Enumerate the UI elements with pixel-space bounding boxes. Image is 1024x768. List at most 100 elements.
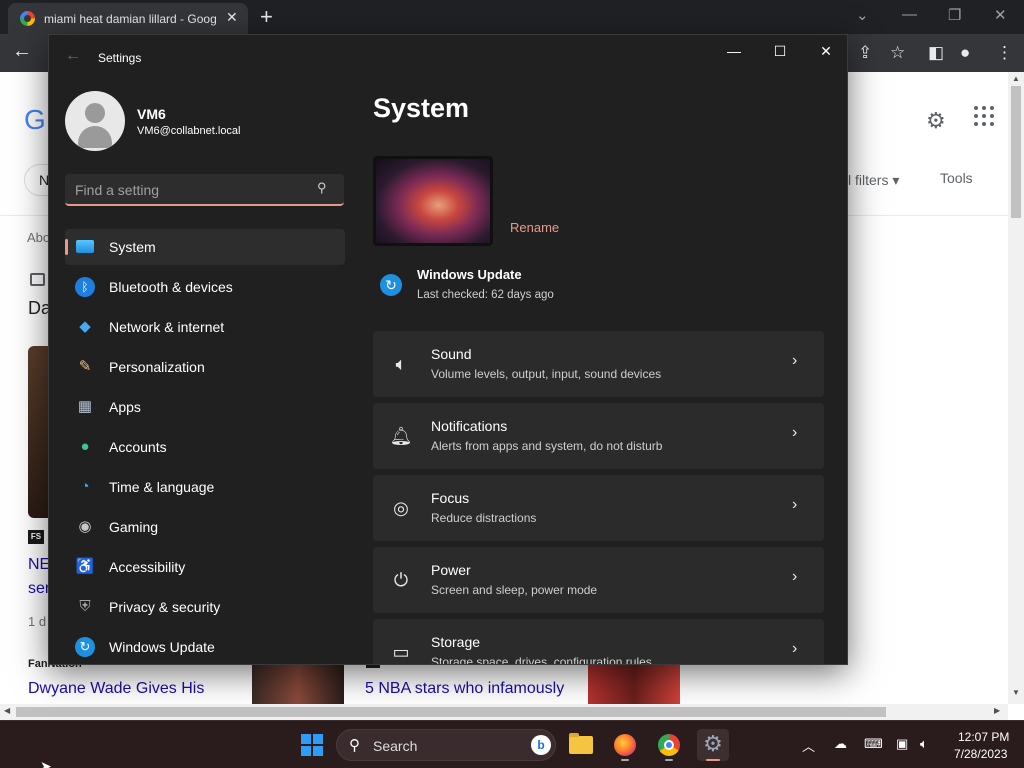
profile-icon[interactable]: ● — [960, 43, 970, 63]
shield-icon: ⛨ — [79, 598, 91, 615]
sidebar-item-label: Network & internet — [109, 319, 225, 335]
network-icon[interactable]: ▣ — [896, 736, 908, 752]
settings-taskbar-button[interactable]: ⚙ — [697, 729, 729, 761]
sidebar-item-bluetooth[interactable]: ᛒ Bluetooth & devices — [65, 269, 345, 305]
chevron-up-icon[interactable]: ︿ — [802, 736, 815, 755]
firefox-taskbar-button[interactable] — [609, 729, 641, 761]
volume-icon[interactable]: 🔈︎ — [920, 736, 928, 752]
vertical-scrollbar[interactable]: ▲ ▼ — [1008, 72, 1024, 704]
avatar[interactable] — [65, 91, 125, 151]
new-tab-button[interactable]: + — [260, 4, 273, 30]
sidebar-item-privacy-security[interactable]: ⛨ Privacy & security — [65, 589, 345, 625]
back-arrow-icon[interactable]: ← — [12, 40, 32, 63]
file-explorer-taskbar-button[interactable] — [565, 729, 597, 761]
settings-card-sound[interactable]: 🔈︎ Sound Volume levels, output, input, s… — [373, 331, 824, 397]
sidebar-item-accessibility[interactable]: ♿ Accessibility — [65, 549, 345, 585]
sidebar-item-personalization[interactable]: ✎ Personalization — [65, 349, 345, 385]
chevron-right-icon: › — [792, 352, 798, 369]
close-icon[interactable]: ✕ — [994, 6, 1007, 24]
find-setting-box: ⚲ — [65, 174, 344, 206]
sidebar-item-windows-update[interactable]: ↻ Windows Update — [65, 629, 345, 664]
search-icon[interactable]: ⚲ — [317, 180, 327, 196]
news-thumbnail[interactable] — [252, 664, 344, 704]
settings-card-storage[interactable]: ▭ Storage Storage space, drives, configu… — [373, 619, 824, 665]
side-panel-icon[interactable]: ◧ — [928, 43, 944, 63]
close-tab-icon[interactable]: ✕ — [226, 9, 238, 26]
all-filters-button[interactable]: l filters ▾ — [848, 172, 899, 189]
card-title: Notifications — [431, 418, 508, 434]
close-icon[interactable]: ✕ — [803, 39, 847, 63]
tab-title: miami heat damian lillard - Goog — [44, 12, 217, 26]
sidebar-item-label: Apps — [109, 399, 141, 415]
chrome-icon — [658, 734, 680, 756]
clock-time[interactable]: 12:07 PM — [958, 730, 1009, 744]
news-headline[interactable]: 5 NBA stars who infamously — [365, 680, 564, 698]
network-icon: ◆ — [79, 318, 91, 335]
card-subtitle: Reduce distractions — [431, 511, 537, 525]
minimize-icon[interactable]: — — [902, 6, 917, 23]
menu-dots-icon[interactable]: ⋮ — [996, 43, 1013, 63]
chrome-taskbar-button[interactable] — [653, 729, 685, 761]
sidebar-item-accounts[interactable]: ● Accounts — [65, 429, 345, 465]
apps-grid-icon[interactable] — [974, 106, 994, 126]
onedrive-icon[interactable]: ☁ — [834, 736, 847, 752]
settings-card-power[interactable]: ⏻ Power Screen and sleep, power mode › — [373, 547, 824, 613]
card-title: Focus — [431, 490, 470, 506]
scroll-left-icon[interactable]: ◀ — [4, 706, 10, 715]
windows-start-icon[interactable] — [301, 734, 323, 756]
sidebar-item-network[interactable]: ◆ Network & internet — [65, 309, 345, 345]
chevron-right-icon: › — [792, 640, 798, 657]
windows-update-status: Last checked: 62 days ago — [417, 289, 554, 301]
maximize-icon[interactable]: ☐ — [757, 39, 803, 63]
page-title: System — [373, 93, 470, 123]
news-link-continued[interactable]: ser — [28, 580, 50, 598]
card-subtitle: Alerts from apps and system, do not dist… — [431, 439, 663, 453]
scroll-right-icon[interactable]: ▶ — [994, 706, 1000, 715]
horizontal-scrollbar[interactable]: ◀ ▶ — [0, 704, 1008, 720]
gear-icon: ⚙ — [703, 731, 723, 756]
source-logo: FS — [28, 530, 44, 544]
browser-tab[interactable]: miami heat damian lillard - Goog ✕ — [8, 3, 248, 34]
scroll-down-icon[interactable]: ▼ — [1012, 688, 1020, 697]
restore-icon[interactable]: ❐ — [948, 6, 961, 24]
search-input[interactable] — [75, 180, 311, 200]
windows-update-title[interactable]: Windows Update — [417, 267, 522, 282]
sidebar-item-gaming[interactable]: ◉ Gaming — [65, 509, 345, 545]
card-subtitle: Storage space, drives, configuration rul… — [431, 655, 652, 665]
taskbar-search-box[interactable]: ⚲ Search b — [336, 729, 556, 761]
tools-button[interactable]: Tools — [940, 170, 973, 186]
minimize-icon[interactable]: — — [711, 39, 757, 63]
gear-icon[interactable]: ⚙ — [926, 108, 946, 134]
taskbar: ⚲ Search b ⚙ ︿ ☁ ⌨ ▣ 🔈︎ 12:07 PM 7/28/20… — [0, 720, 1024, 768]
news-thumbnail[interactable] — [588, 664, 680, 704]
sidebar-item-label: Accounts — [109, 439, 167, 455]
news-link[interactable]: NE — [28, 556, 50, 574]
scrollbar-thumb[interactable] — [16, 707, 886, 717]
settings-card-notifications[interactable]: 🔔︎ Notifications Alerts from apps and sy… — [373, 403, 824, 469]
back-arrow-icon[interactable]: ← — [65, 47, 81, 65]
scroll-up-icon[interactable]: ▲ — [1012, 74, 1020, 83]
news-headline[interactable]: Dwyane Wade Gives His — [28, 680, 204, 698]
desktop-wallpaper-preview[interactable] — [373, 156, 493, 246]
google-logo[interactable]: G — [24, 104, 46, 136]
sidebar-item-time-language[interactable]: ◔ Time & language — [65, 469, 345, 505]
sidebar-item-system[interactable]: System — [65, 229, 345, 265]
search-icon: ⚲ — [349, 737, 360, 754]
tab-search-chevron-icon[interactable]: ⌄ — [856, 6, 869, 24]
keyboard-icon[interactable]: ⌨ — [864, 736, 883, 752]
search-label: Search — [373, 738, 418, 754]
settings-card-focus[interactable]: ◎ Focus Reduce distractions › — [373, 475, 824, 541]
bookmark-star-icon[interactable]: ☆ — [890, 43, 905, 63]
windows-update-icon[interactable]: ↻ — [380, 274, 402, 296]
sidebar-item-apps[interactable]: ▦ Apps — [65, 389, 345, 425]
settings-window: ← Settings — ☐ ✕ VM6 VM6@collabnet.local… — [48, 34, 848, 665]
bing-icon[interactable]: b — [531, 735, 551, 755]
card-title: Power — [431, 562, 471, 578]
storage-icon: ▭ — [392, 642, 410, 662]
scrollbar-thumb[interactable] — [1011, 86, 1021, 218]
clock-date[interactable]: 7/28/2023 — [954, 747, 1007, 761]
apps-icon: ▦ — [77, 398, 93, 415]
share-icon[interactable]: ⇪ — [858, 43, 872, 63]
rename-link[interactable]: Rename — [510, 220, 559, 235]
news-thumbnail[interactable] — [28, 346, 48, 518]
